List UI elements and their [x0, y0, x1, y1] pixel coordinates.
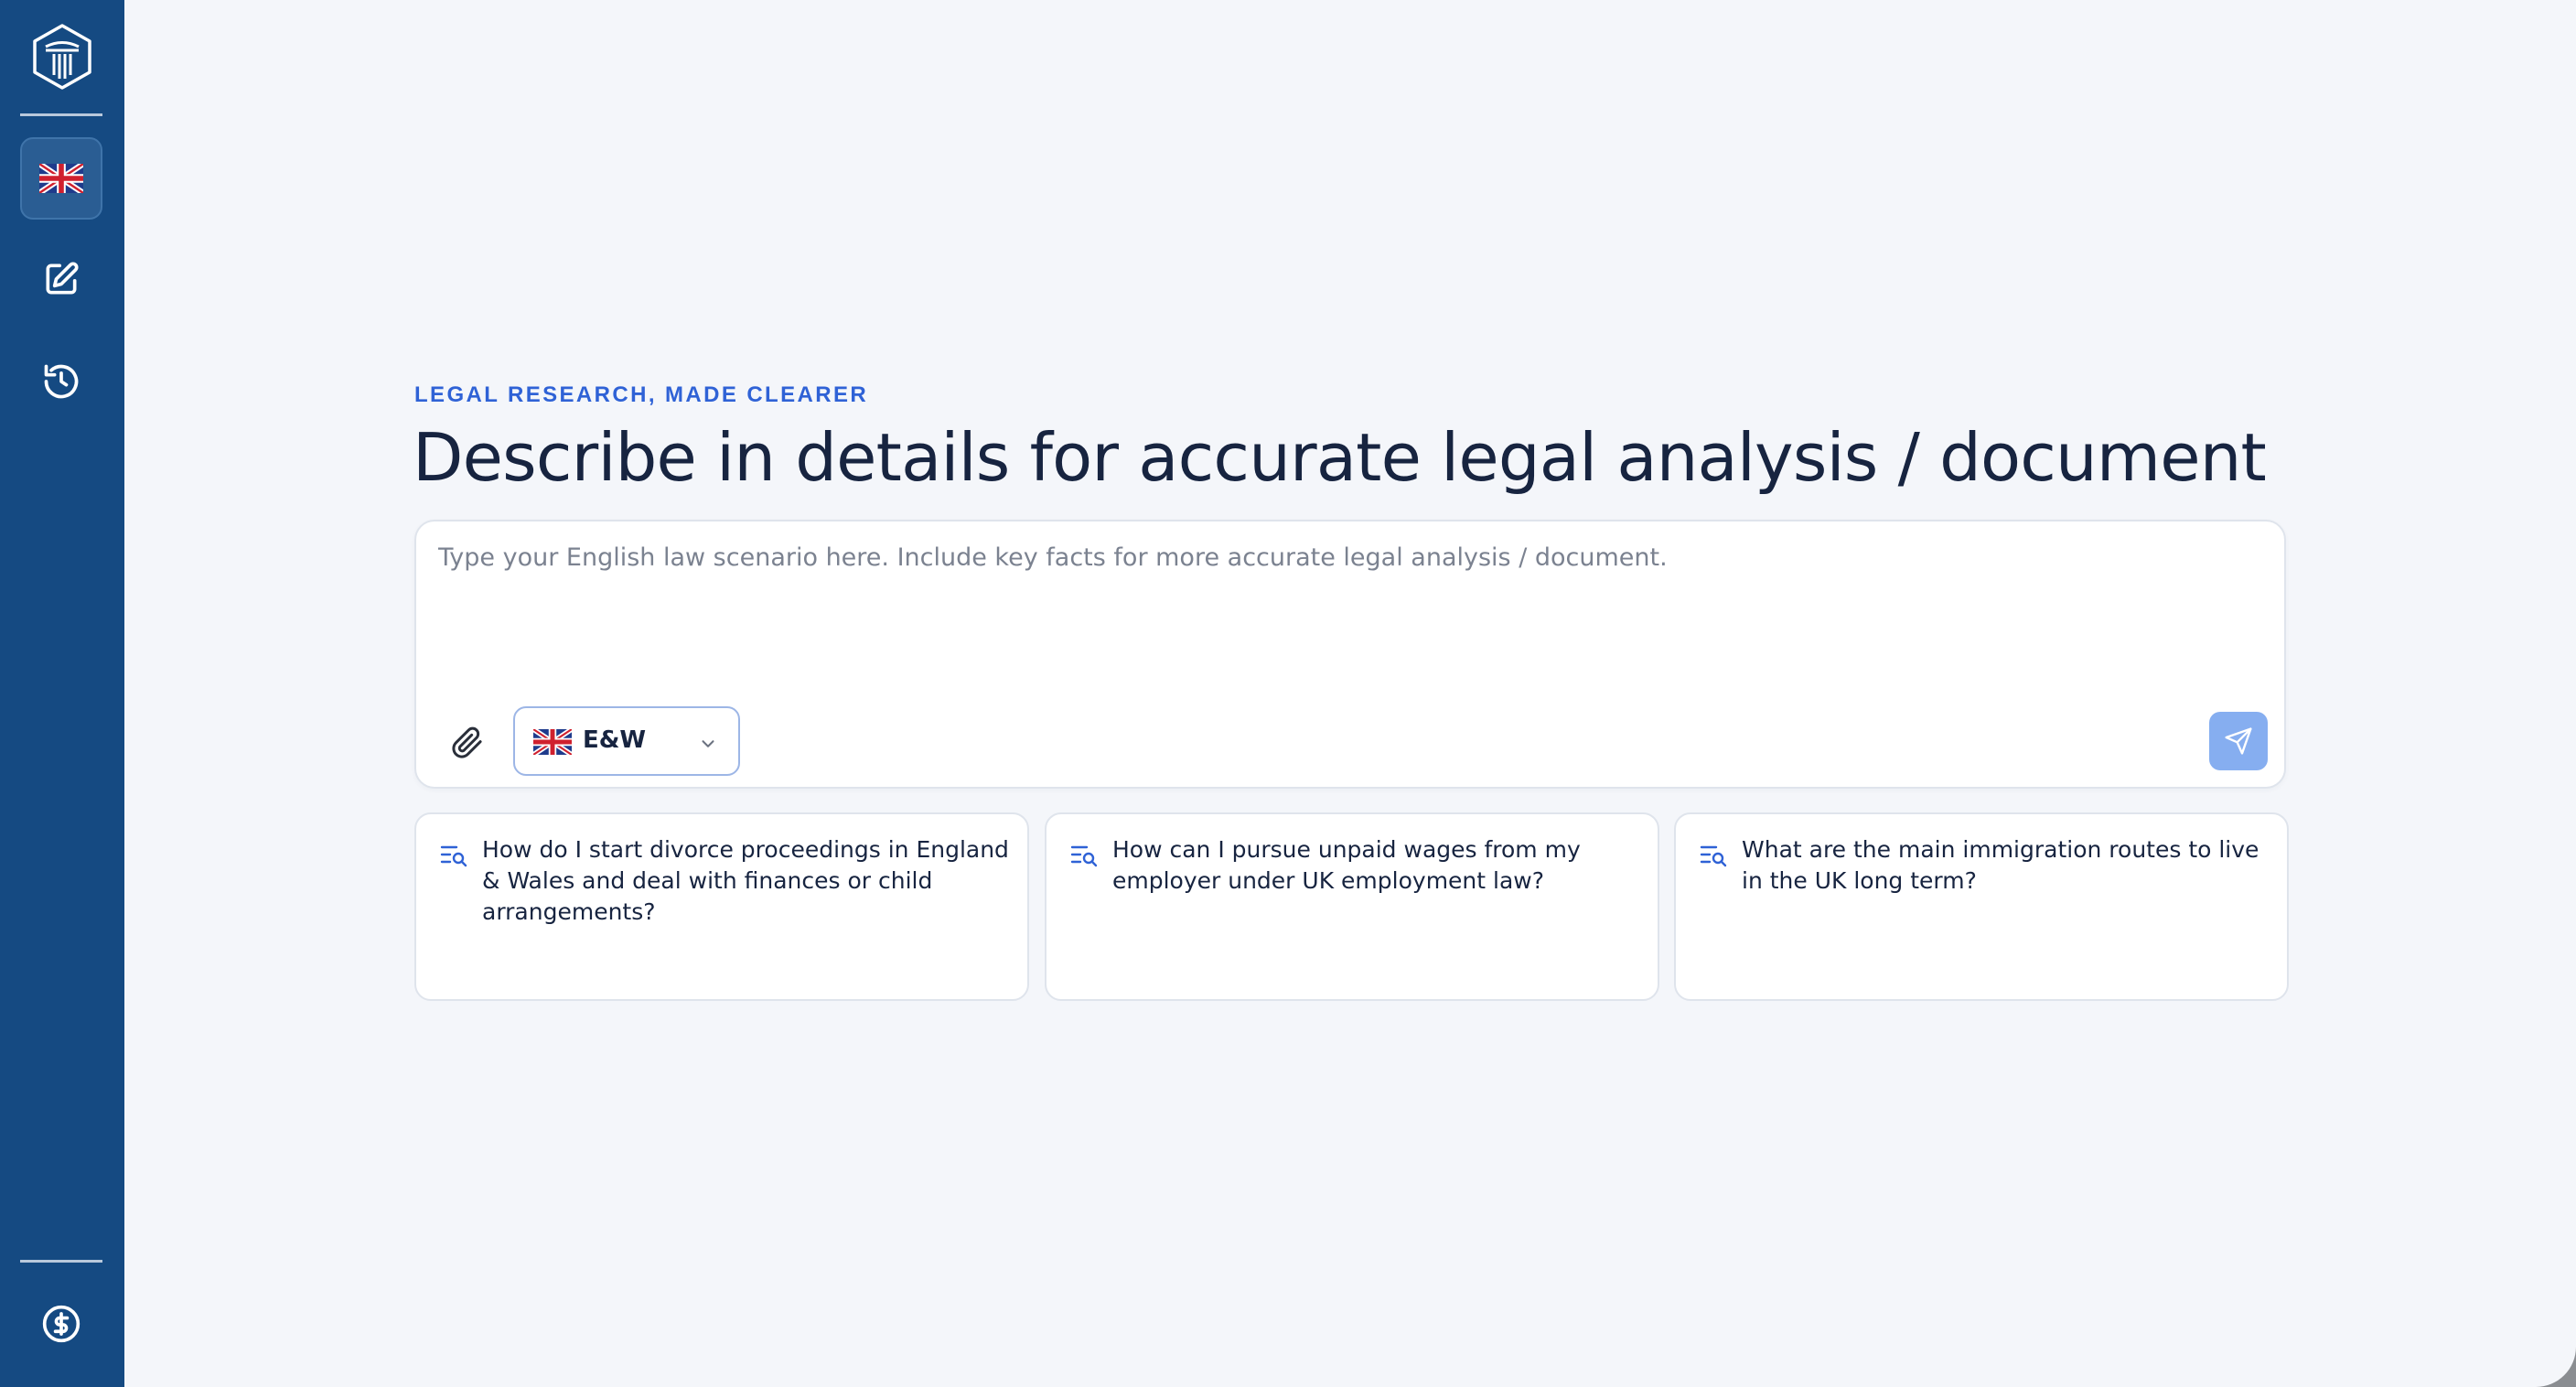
sidebar	[0, 0, 124, 1387]
sidebar-item-new-document[interactable]	[20, 238, 102, 320]
attach-button[interactable]	[444, 719, 491, 767]
sidebar-item-history[interactable]	[20, 340, 102, 423]
edit-icon	[46, 262, 79, 295]
chevron-down-icon	[702, 740, 714, 747]
uk-flag-icon	[39, 164, 83, 193]
uk-flag-icon	[533, 729, 572, 755]
suggestion-card-immigration[interactable]: What are the main immigration routes to …	[1674, 812, 2289, 1001]
search-list-icon	[1070, 845, 1098, 867]
logo-icon[interactable]	[29, 22, 95, 91]
scenario-input[interactable]	[438, 543, 2259, 672]
search-list-icon	[1700, 845, 1727, 867]
jurisdiction-select-label: E&W	[583, 726, 647, 754]
send-icon	[2225, 727, 2252, 755]
search-list-icon	[440, 845, 467, 867]
page-title: Describe in details for accurate legal a…	[413, 419, 2267, 496]
suggestion-text: How can I pursue unpaid wages from my em…	[1112, 836, 1581, 894]
dollar-icon	[42, 1305, 80, 1343]
page-eyebrow: LEGAL RESEARCH, MADE CLEARER	[414, 382, 869, 407]
suggestion-text: What are the main immigration routes to …	[1742, 836, 2259, 894]
jurisdiction-select[interactable]: E&W	[513, 706, 740, 776]
suggestion-card-divorce[interactable]: How do I start divorce proceedings in En…	[414, 812, 1029, 1001]
send-button[interactable]	[2209, 712, 2268, 770]
scenario-composer: E&W	[414, 520, 2286, 789]
sidebar-item-billing[interactable]	[20, 1283, 102, 1365]
sidebar-divider-bottom	[20, 1260, 102, 1263]
sidebar-divider-top	[20, 113, 102, 116]
suggestion-text: How do I start divorce proceedings in En…	[482, 836, 1009, 925]
history-icon	[44, 364, 79, 399]
suggestion-card-unpaid-wages[interactable]: How can I pursue unpaid wages from my em…	[1045, 812, 1659, 1001]
sidebar-item-jurisdiction[interactable]	[20, 137, 102, 220]
paperclip-icon	[452, 726, 482, 758]
app-window: LEGAL RESEARCH, MADE CLEARER Describe in…	[0, 0, 2576, 1387]
